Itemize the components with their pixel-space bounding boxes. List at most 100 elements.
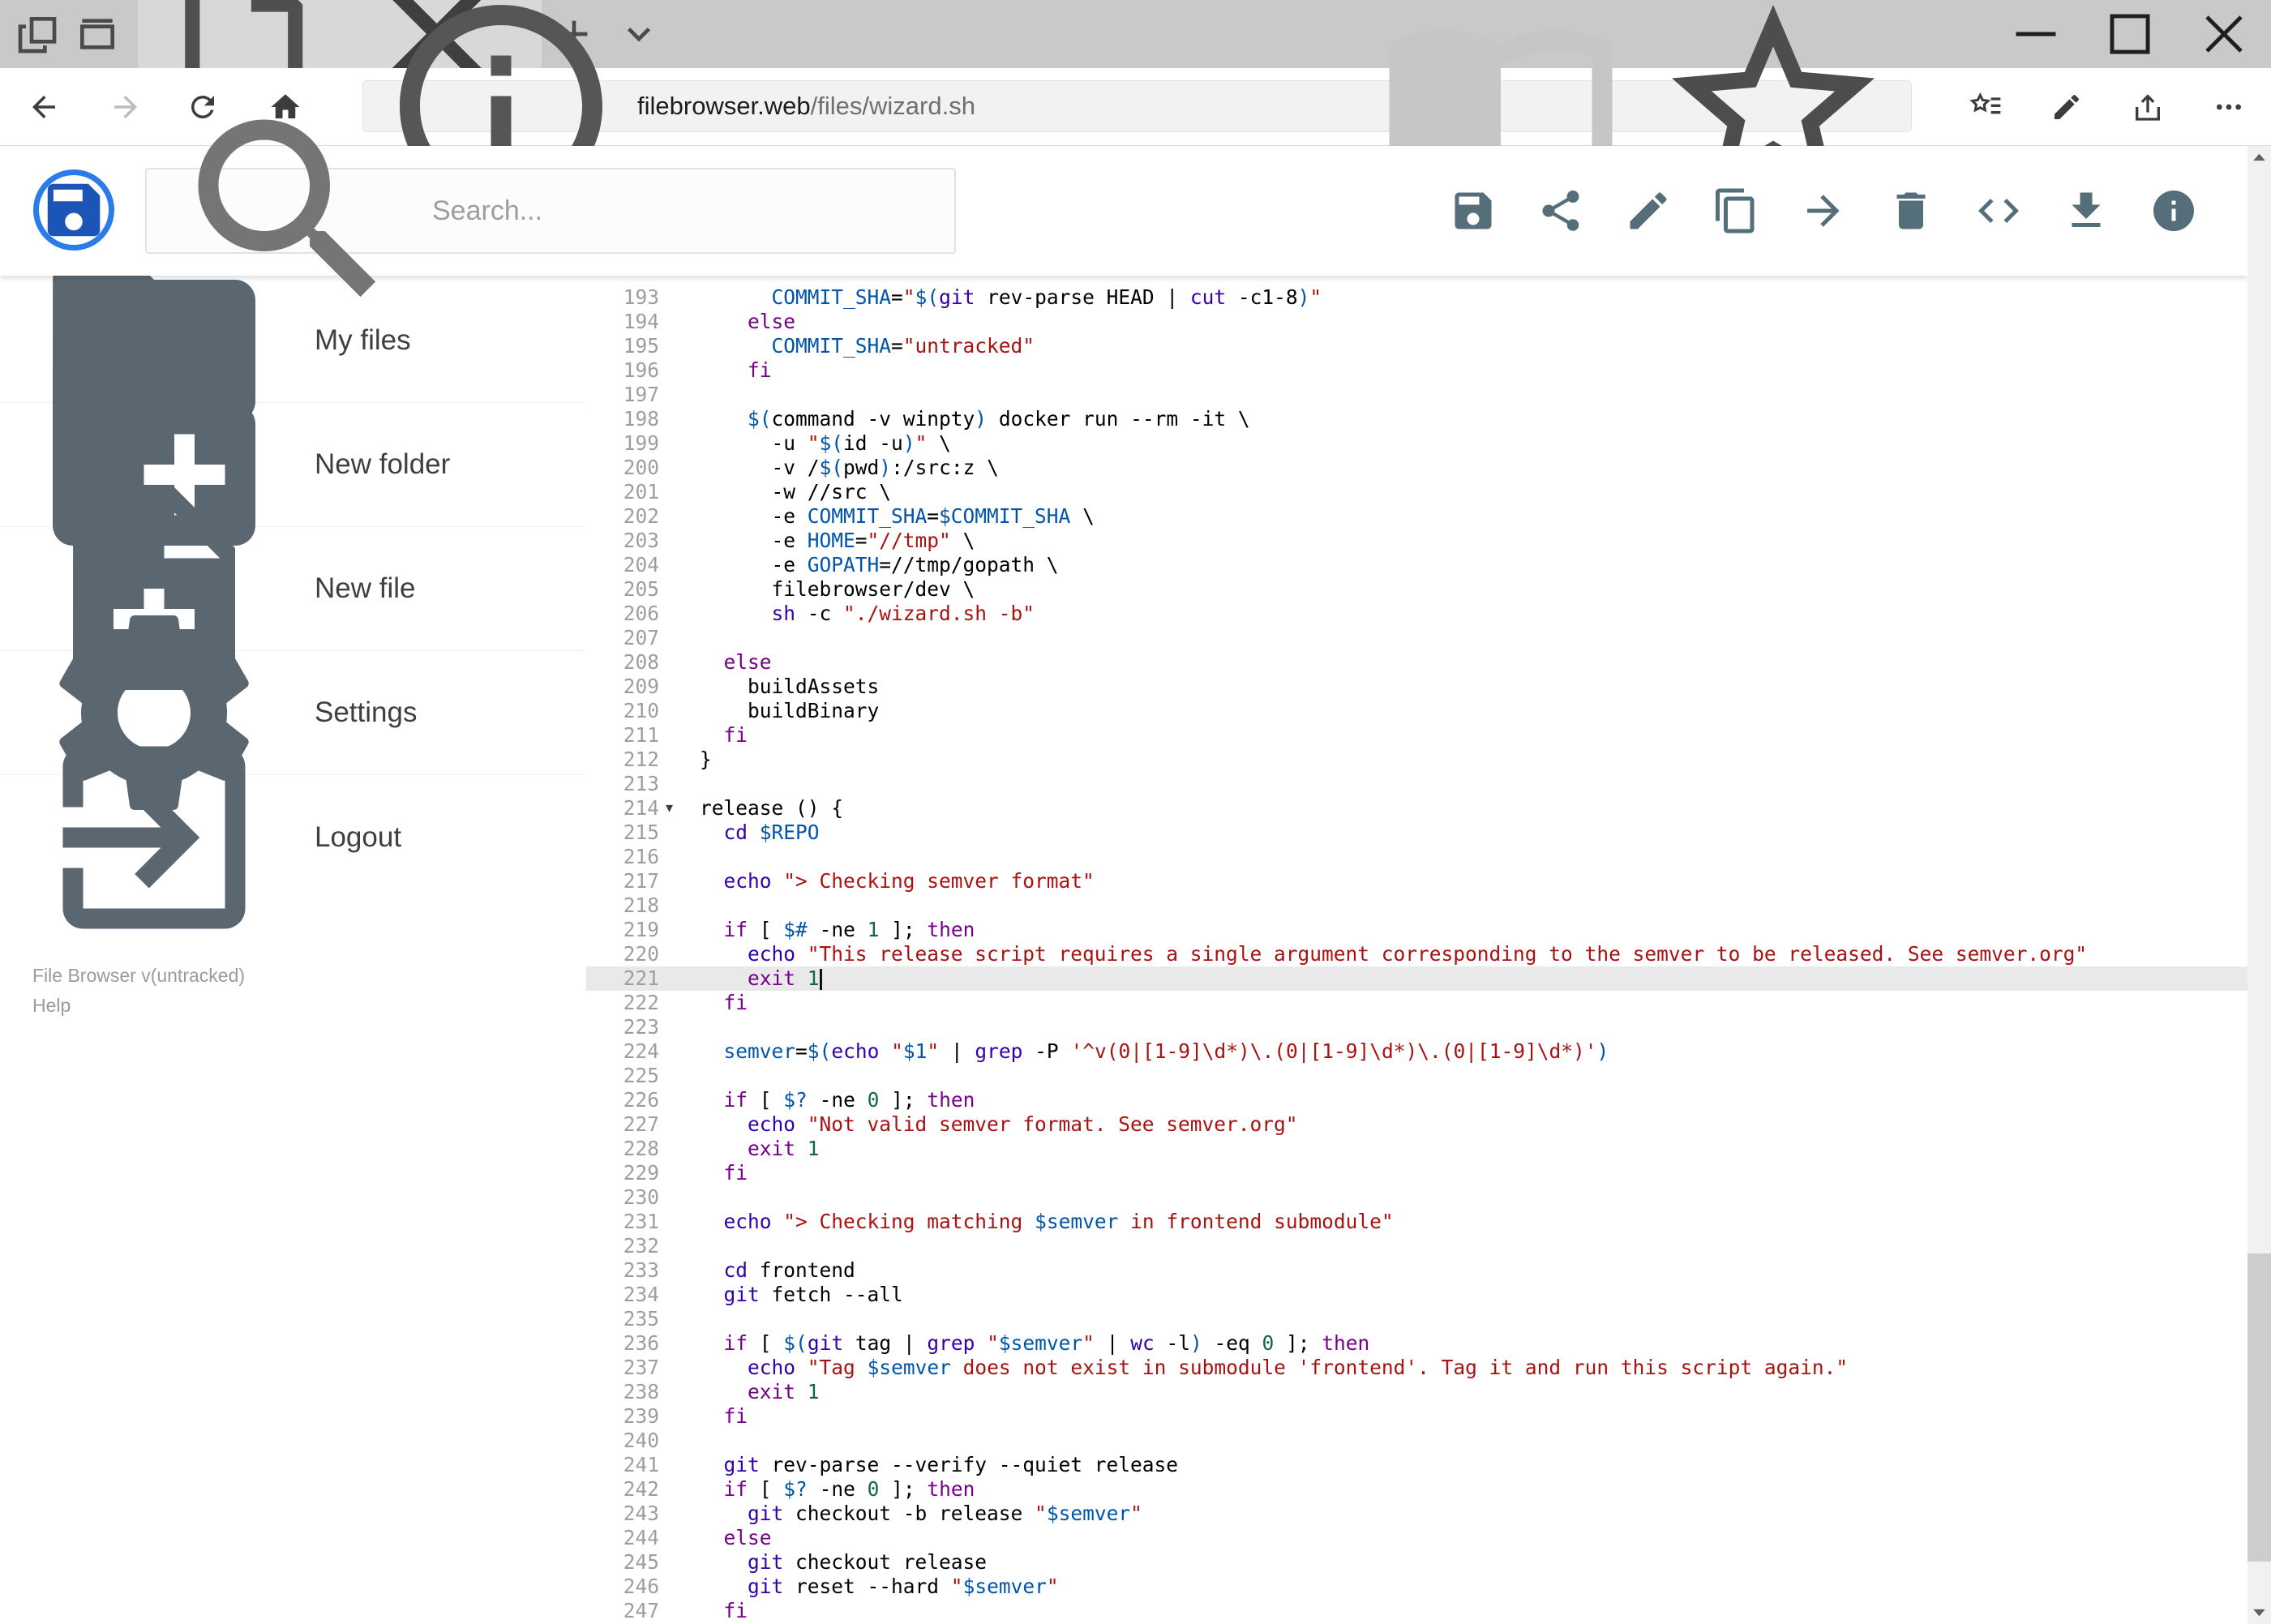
url-text[interactable]: filebrowser.web/files/wizard.sh: [637, 92, 1350, 121]
page-scrollbar[interactable]: [2247, 146, 2271, 1624]
line-number[interactable]: 217: [586, 869, 659, 893]
back-button[interactable]: [27, 90, 61, 124]
tab-preview-icon[interactable]: [75, 0, 120, 68]
line-number[interactable]: 243: [586, 1502, 659, 1526]
code-line-200[interactable]: 200 -v /$(pwd):/src:z \: [586, 456, 2247, 480]
code-text[interactable]: fi: [700, 1404, 2247, 1429]
code-line-239[interactable]: 239 fi: [586, 1404, 2247, 1429]
code-line-229[interactable]: 229 fi: [586, 1161, 2247, 1185]
code-line-199[interactable]: 199 -u "$(id -u)" \: [586, 431, 2247, 456]
filebrowser-logo[interactable]: [33, 169, 114, 251]
line-number[interactable]: 207: [586, 626, 659, 650]
scroll-down-icon[interactable]: [2247, 1600, 2271, 1624]
line-number[interactable]: 240: [586, 1429, 659, 1453]
search-input[interactable]: [431, 194, 933, 228]
annotate-pen-icon[interactable]: [2050, 91, 2083, 123]
line-number[interactable]: 196: [586, 358, 659, 383]
more-dots-icon[interactable]: [2213, 91, 2245, 123]
code-text[interactable]: cd frontend: [700, 1258, 2247, 1283]
code-line-193[interactable]: 193 COMMIT_SHA="$(git rev-parse HEAD | c…: [586, 285, 2247, 310]
code-line-206[interactable]: 206 sh -c "./wizard.sh -b": [586, 602, 2247, 626]
line-number[interactable]: 230: [586, 1185, 659, 1210]
line-number[interactable]: 211: [586, 723, 659, 748]
line-number[interactable]: 228: [586, 1137, 659, 1161]
code-text[interactable]: buildAssets: [700, 675, 2247, 699]
save-button[interactable]: [1449, 186, 1498, 235]
sidebar-item-logout[interactable]: Logout: [0, 746, 586, 928]
rename-button[interactable]: [1624, 186, 1673, 235]
code-text[interactable]: -e GOPATH=//tmp/gopath \: [700, 553, 2247, 577]
code-text[interactable]: fi: [700, 991, 2247, 1015]
code-text[interactable]: -v /$(pwd):/src:z \: [700, 456, 2247, 480]
code-text[interactable]: git fetch --all: [700, 1283, 2247, 1307]
scroll-up-icon[interactable]: [2247, 146, 2271, 169]
code-text[interactable]: else: [700, 650, 2247, 675]
code-text[interactable]: COMMIT_SHA="untracked": [700, 334, 2247, 358]
code-line-194[interactable]: 194 else: [586, 310, 2247, 334]
code-text[interactable]: COMMIT_SHA="$(git rev-parse HEAD | cut -…: [700, 285, 2247, 310]
code-line-231[interactable]: 231 echo "> Checking matching $semver in…: [586, 1210, 2247, 1234]
help-link[interactable]: Help: [32, 991, 245, 1021]
code-text[interactable]: -u "$(id -u)" \: [700, 431, 2247, 456]
code-text[interactable]: -e COMMIT_SHA=$COMMIT_SHA \: [700, 504, 2247, 529]
code-line-244[interactable]: 244 else: [586, 1526, 2247, 1550]
line-number[interactable]: 193: [586, 285, 659, 310]
line-number[interactable]: 200: [586, 456, 659, 480]
line-number[interactable]: 208: [586, 650, 659, 675]
code-text[interactable]: }: [700, 748, 2247, 772]
code-line-236[interactable]: 236 if [ $(git tag | grep "$semver" | wc…: [586, 1331, 2247, 1356]
code-line-245[interactable]: 245 git checkout release: [586, 1550, 2247, 1575]
code-line-225[interactable]: 225: [586, 1064, 2247, 1088]
share-edge-icon[interactable]: [2132, 91, 2164, 123]
line-number[interactable]: 234: [586, 1283, 659, 1307]
line-number[interactable]: 226: [586, 1088, 659, 1112]
code-line-201[interactable]: 201 -w //src \: [586, 480, 2247, 504]
line-number[interactable]: 227: [586, 1112, 659, 1137]
code-line-237[interactable]: 237 echo "Tag $semver does not exist in …: [586, 1356, 2247, 1380]
scrollbar-thumb[interactable]: [2247, 1253, 2271, 1562]
url-box[interactable]: filebrowser.web/files/wizard.sh: [362, 5, 1912, 208]
line-number[interactable]: 204: [586, 553, 659, 577]
code-text[interactable]: if [ $? -ne 0 ]; then: [700, 1088, 2247, 1112]
code-text[interactable]: echo "Tag $semver does not exist in subm…: [700, 1356, 2247, 1380]
code-text[interactable]: [700, 626, 2247, 650]
line-number[interactable]: 225: [586, 1064, 659, 1088]
code-line-217[interactable]: 217 echo "> Checking semver format": [586, 869, 2247, 893]
code-text[interactable]: fi: [700, 358, 2247, 383]
code-line-208[interactable]: 208 else: [586, 650, 2247, 675]
code-text[interactable]: git checkout -b release "$semver": [700, 1502, 2247, 1526]
line-number[interactable]: 244: [586, 1526, 659, 1550]
code-text[interactable]: [700, 845, 2247, 869]
code-line-241[interactable]: 241 git rev-parse --verify --quiet relea…: [586, 1453, 2247, 1477]
line-number[interactable]: 218: [586, 893, 659, 918]
code-text[interactable]: else: [700, 1526, 2247, 1550]
code-line-218[interactable]: 218: [586, 893, 2247, 918]
download-button[interactable]: [2062, 186, 2110, 235]
code-line-226[interactable]: 226 if [ $? -ne 0 ]; then: [586, 1088, 2247, 1112]
code-line-230[interactable]: 230: [586, 1185, 2247, 1210]
code-text[interactable]: if [ $# -ne 1 ]; then: [700, 918, 2247, 942]
line-number[interactable]: 224: [586, 1039, 659, 1064]
maximize-button[interactable]: [2083, 0, 2177, 68]
line-number[interactable]: 203: [586, 529, 659, 553]
code-text[interactable]: -e HOME="//tmp" \: [700, 529, 2247, 553]
fold-marker-icon[interactable]: ▾: [659, 796, 700, 821]
line-number[interactable]: 222: [586, 991, 659, 1015]
code-line-238[interactable]: 238 exit 1: [586, 1380, 2247, 1404]
line-number[interactable]: 221: [586, 966, 659, 991]
code-line-197[interactable]: 197: [586, 383, 2247, 407]
code-text[interactable]: exit 1: [700, 1380, 2247, 1404]
code-text[interactable]: [700, 1307, 2247, 1331]
line-number[interactable]: 206: [586, 602, 659, 626]
code-text[interactable]: $(command -v winpty) docker run --rm -it…: [700, 407, 2247, 431]
code-text[interactable]: git rev-parse --verify --quiet release: [700, 1453, 2247, 1477]
code-text[interactable]: [700, 1185, 2247, 1210]
code-text[interactable]: exit 1: [700, 1137, 2247, 1161]
line-number[interactable]: 220: [586, 942, 659, 966]
code-line-207[interactable]: 207: [586, 626, 2247, 650]
delete-button[interactable]: [1887, 186, 1935, 235]
code-text[interactable]: cd $REPO: [700, 821, 2247, 845]
copy-button[interactable]: [1712, 186, 1760, 235]
code-line-224[interactable]: 224 semver=$(echo "$1" | grep -P '^v(0|[…: [586, 1039, 2247, 1064]
hub-icon[interactable]: [1969, 91, 2002, 123]
